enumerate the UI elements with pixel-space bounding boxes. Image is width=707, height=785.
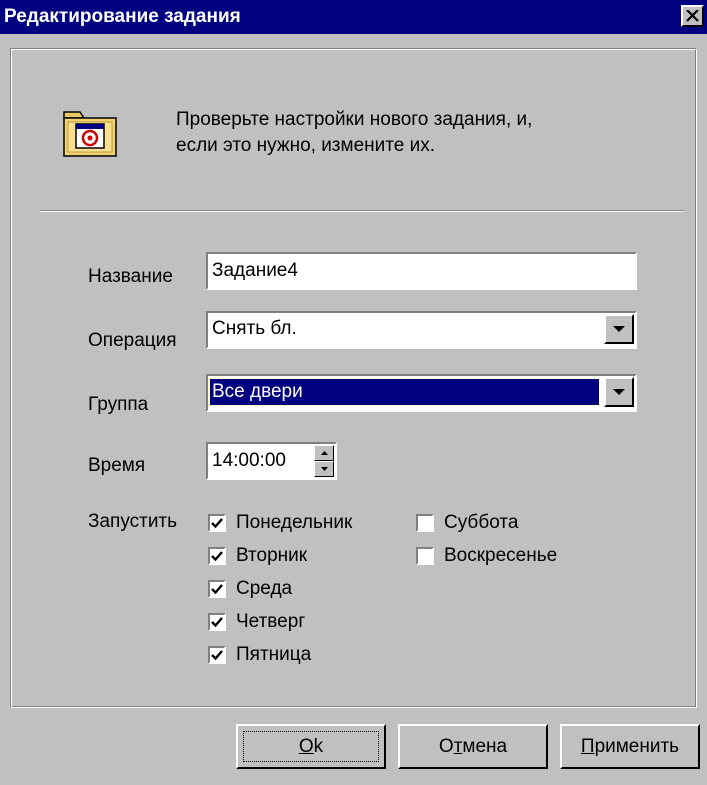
day-label: Суббота xyxy=(444,512,519,533)
checkmark-icon xyxy=(211,650,223,661)
checkbox-thursday[interactable]: Четверг xyxy=(208,611,305,633)
checkbox-sunday[interactable]: Воскресенье xyxy=(416,545,557,567)
day-label: Воскресенье xyxy=(444,545,558,566)
header-description: Проверьте настройки нового задания, и, е… xyxy=(176,107,626,159)
group-value: Все двери xyxy=(209,378,600,406)
time-value: 14:00:00 xyxy=(212,450,286,471)
chevron-down-icon xyxy=(613,388,625,395)
checkmark-icon xyxy=(211,617,223,628)
checkmark-icon xyxy=(211,584,223,595)
checkbox-tuesday[interactable]: Вторник xyxy=(208,545,307,567)
folder-schedule-icon xyxy=(60,108,120,166)
header-line-2: если это нужно, измените их. xyxy=(176,135,435,156)
group-dropdown-button[interactable] xyxy=(604,377,634,407)
cancel-hotkey: т xyxy=(453,735,463,757)
checkbox-friday[interactable]: Пятница xyxy=(208,644,311,666)
name-value: Задание4 xyxy=(212,260,298,281)
checkbox-box[interactable] xyxy=(416,547,434,565)
group-select[interactable]: Все двери xyxy=(206,374,637,412)
apply-hotkey: П xyxy=(580,735,595,757)
arrow-down-icon xyxy=(320,467,328,471)
checkbox-box[interactable] xyxy=(208,580,226,598)
operation-label: Операция xyxy=(88,330,177,351)
day-label: Вторник xyxy=(236,545,308,566)
cancel-button[interactable]: От мена xyxy=(398,724,548,769)
checkbox-box[interactable] xyxy=(208,646,226,664)
close-button[interactable] xyxy=(681,5,704,27)
run-label: Запустить xyxy=(88,511,178,532)
checkbox-saturday[interactable]: Суббота xyxy=(416,512,518,534)
spin-up-button[interactable] xyxy=(314,445,334,461)
operation-dropdown-button[interactable] xyxy=(604,314,634,344)
name-label: Название xyxy=(88,266,173,287)
day-label: Понедельник xyxy=(236,512,353,533)
ok-button[interactable]: Ok xyxy=(236,724,386,769)
time-spinner[interactable] xyxy=(314,445,334,477)
close-icon xyxy=(686,10,699,22)
window-title: Редактирование задания xyxy=(4,6,241,27)
checkbox-wednesday[interactable]: Среда xyxy=(208,578,292,600)
group-label: Группа xyxy=(88,394,149,415)
checkbox-box[interactable] xyxy=(416,514,434,532)
checkmark-icon xyxy=(211,518,223,529)
title-bar[interactable]: Редактирование задания xyxy=(0,0,707,34)
checkbox-monday[interactable]: Понедельник xyxy=(208,512,352,534)
day-label: Пятница xyxy=(236,644,312,665)
name-input[interactable]: Задание4 xyxy=(206,252,637,290)
operation-select[interactable]: Снять бл. xyxy=(206,311,637,349)
spin-down-button[interactable] xyxy=(314,461,334,477)
cancel-label: мена xyxy=(462,735,508,757)
apply-label: рименить xyxy=(594,735,680,757)
checkbox-box[interactable] xyxy=(208,547,226,565)
chevron-down-icon xyxy=(613,325,625,332)
operation-value: Снять бл. xyxy=(212,318,297,339)
checkmark-icon xyxy=(211,551,223,562)
header-line-1: Проверьте настройки нового задания, и, xyxy=(176,109,533,130)
time-label: Время xyxy=(88,455,146,476)
checkbox-box[interactable] xyxy=(208,613,226,631)
time-input[interactable]: 14:00:00 xyxy=(206,442,337,480)
arrow-up-icon xyxy=(320,451,328,455)
checkbox-box[interactable] xyxy=(208,514,226,532)
day-label: Четверг xyxy=(236,611,306,632)
apply-button[interactable]: Применить xyxy=(560,724,700,769)
separator xyxy=(40,210,683,212)
day-label: Среда xyxy=(236,578,293,599)
